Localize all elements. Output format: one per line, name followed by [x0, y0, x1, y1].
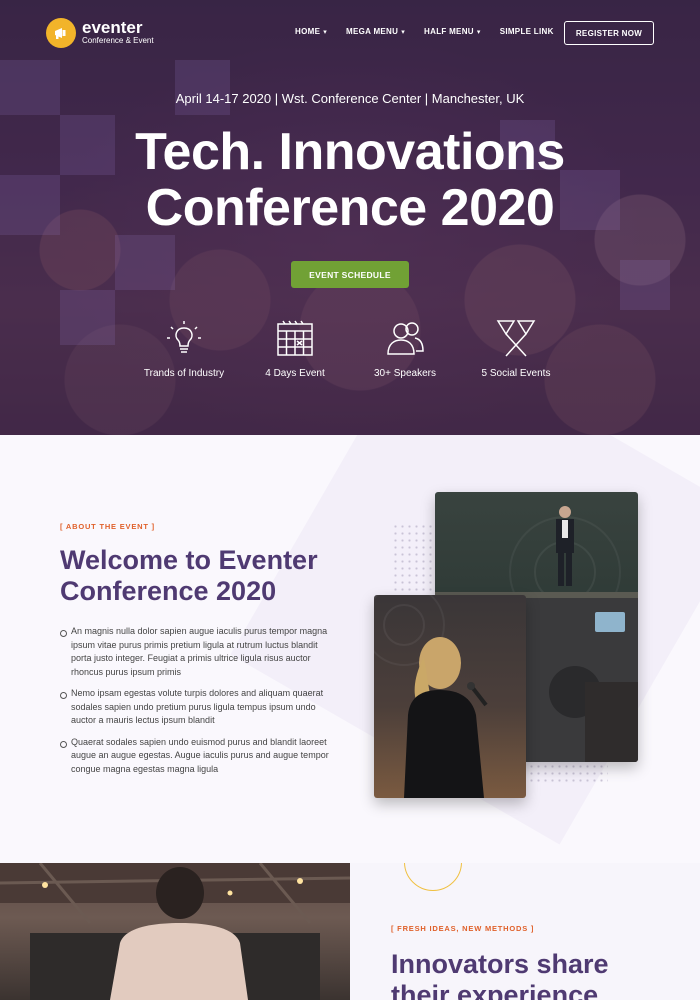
- presenter-illustration: [0, 863, 350, 1000]
- decorative-tile: [60, 290, 115, 345]
- list-item: An magnis nulla dolor sapien augue iacul…: [60, 625, 330, 679]
- woman-with-microphone-photo: [374, 595, 526, 798]
- innovators-eyebrow: [ FRESH IDEAS, NEW METHODS ]: [391, 924, 535, 933]
- nav-item-mega-menu[interactable]: MEGA MENU ▾: [346, 27, 405, 36]
- dot-pattern: [528, 763, 608, 783]
- list-item: Nemo ipsam egestas volute turpis dolores…: [60, 687, 330, 728]
- list-item: Quaerat sodales sapien undo euismod puru…: [60, 736, 330, 777]
- feature-label: 30+ Speakers: [374, 368, 436, 379]
- chevron-down-icon: ▾: [401, 29, 406, 36]
- logo[interactable]: eventer Conference & Event: [46, 18, 154, 48]
- feature-social: 5 Social Events: [461, 318, 571, 379]
- event-date-location: April 14-17 2020 | Wst. Conference Cente…: [175, 91, 525, 106]
- about-section: [ ABOUT THE EVENT ] Welcome to Eventer C…: [0, 435, 700, 863]
- chevron-down-icon: ▾: [323, 29, 328, 36]
- logo-tagline: Conference & Event: [82, 36, 154, 45]
- register-now-button[interactable]: REGISTER NOW: [564, 21, 654, 45]
- main-menu: HOME ▾ MEGA MENU ▾ HALF MENU ▾ SIMPLE LINK: [295, 27, 573, 36]
- decorative-ring: [404, 863, 462, 891]
- megaphone-icon: [46, 18, 76, 48]
- event-schedule-button[interactable]: EVENT SCHEDULE: [291, 261, 409, 288]
- chevron-down-icon: ▾: [476, 29, 481, 36]
- hero-title: Tech. Innovations Conference 2020: [135, 123, 565, 237]
- speakers-icon: [387, 322, 424, 355]
- feature-trends: Trands of Industry: [129, 318, 239, 379]
- decorative-tile: [115, 235, 175, 290]
- nav-item-half-menu[interactable]: HALF MENU ▾: [424, 27, 481, 36]
- about-title: Welcome to Eventer Conference 2020: [60, 545, 318, 606]
- feature-label: 5 Social Events: [481, 368, 551, 379]
- about-bullet-list: An magnis nulla dolor sapien augue iacul…: [60, 625, 330, 784]
- nav-item-home[interactable]: HOME ▾: [295, 27, 327, 36]
- innovators-photo: [0, 863, 350, 1000]
- logo-name: eventer: [82, 18, 143, 37]
- lightbulb-icon: [167, 321, 201, 353]
- innovators-title: Innovators share their experience: [391, 949, 609, 1000]
- feature-label: Trands of Industry: [143, 368, 225, 379]
- nav-item-simple-link[interactable]: SIMPLE LINK: [500, 27, 554, 36]
- about-eyebrow: [ ABOUT THE EVENT ]: [60, 522, 155, 531]
- decorative-tile: [620, 260, 670, 310]
- decorative-tile: [0, 60, 60, 115]
- top-navigation: eventer Conference & Event HOME ▾ MEGA ME…: [0, 0, 700, 66]
- feature-days: 4 Days Event: [240, 318, 350, 379]
- decorative-tile: [175, 60, 230, 115]
- innovators-section: [ FRESH IDEAS, NEW METHODS ] Innovators …: [350, 863, 700, 1000]
- woman-illustration: [374, 595, 488, 798]
- feature-speakers: 30+ Speakers: [350, 318, 460, 379]
- feature-label: 4 Days Event: [265, 368, 325, 379]
- calendar-icon: [277, 320, 313, 356]
- hero-section: eventer Conference & Event HOME ▾ MEGA ME…: [0, 0, 700, 435]
- cocktail-icon: [496, 320, 536, 357]
